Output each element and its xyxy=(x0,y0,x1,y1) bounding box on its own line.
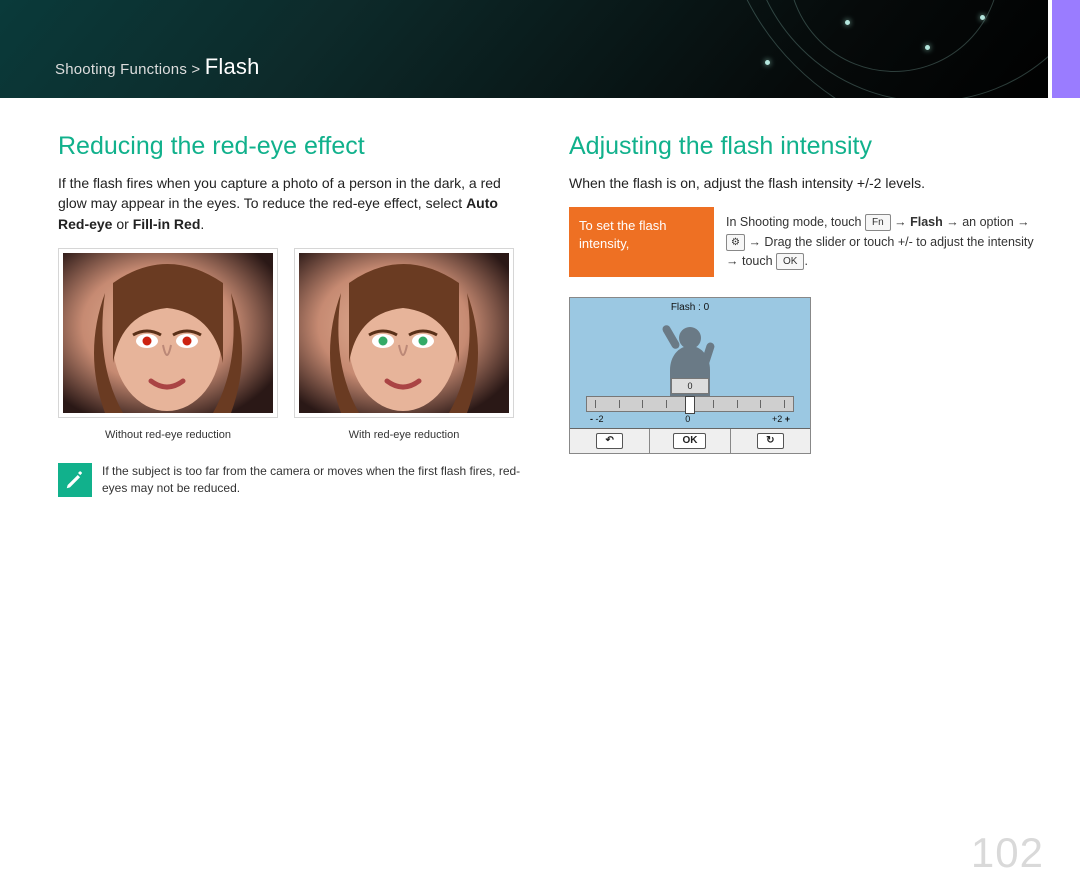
heading-redeye: Reducing the red-eye effect xyxy=(58,132,529,161)
reset-button[interactable]: ↻ xyxy=(731,429,810,453)
text: . xyxy=(200,216,204,232)
example-without: Without red-eye reduction xyxy=(58,248,278,441)
back-icon: ↶ xyxy=(596,433,622,449)
slider-labels: - -2 0 +2 + xyxy=(586,414,794,424)
ok-label: OK xyxy=(673,433,706,449)
text: or xyxy=(112,216,132,232)
camera-screen: Flash : 0 0 xyxy=(569,297,811,454)
portrait-redeye-icon xyxy=(63,253,273,413)
photo-frame xyxy=(294,248,514,418)
caption-with: With red-eye reduction xyxy=(294,429,514,441)
arrow-icon: → xyxy=(891,215,910,229)
column-right: Adjusting the flash intensity When the f… xyxy=(569,126,1040,498)
example-images: Without red-eye reduction xyxy=(58,248,529,441)
ok-key-icon: OK xyxy=(776,253,804,270)
text-bold: Flash xyxy=(910,215,943,229)
reset-icon: ↻ xyxy=(757,433,783,449)
slider-value: 0 xyxy=(671,378,709,394)
slider-track[interactable] xyxy=(586,396,794,412)
breadcrumb: Shooting Functions > Flash xyxy=(55,54,260,80)
slider-thumb[interactable] xyxy=(685,396,695,414)
breadcrumb-prefix: Shooting Functions > xyxy=(55,61,200,78)
decor-dot xyxy=(980,15,985,20)
pen-icon xyxy=(58,463,92,497)
intensity-slider[interactable]: 0 - -2 0 +2 + xyxy=(586,378,794,418)
page-header: Shooting Functions > Flash xyxy=(0,0,1080,98)
lcd-area: Flash : 0 0 xyxy=(570,298,810,429)
paragraph-redeye: If the flash fires when you capture a ph… xyxy=(58,173,529,234)
text: In Shooting mode, touch xyxy=(726,215,865,229)
ok-button[interactable]: OK xyxy=(650,429,730,453)
instruction-callout: To set the flash intensity, In Shooting … xyxy=(569,207,1040,277)
example-with: With red-eye reduction xyxy=(294,248,514,441)
text: → Drag the slider or touch +/- to adjust… xyxy=(726,235,1034,268)
photo-frame xyxy=(58,248,278,418)
heading-intensity: Adjusting the flash intensity xyxy=(569,132,1040,161)
text: . xyxy=(804,254,807,268)
page-body: Reducing the red-eye effect If the flash… xyxy=(0,98,1080,891)
callout-label: To set the flash intensity, xyxy=(569,207,714,277)
page-number: 102 xyxy=(971,829,1044,877)
text: → an option → xyxy=(943,215,1030,229)
caption-without: Without red-eye reduction xyxy=(58,429,278,441)
note-text: If the subject is too far from the camer… xyxy=(102,463,529,498)
paragraph-intensity: When the flash is on, adjust the flash i… xyxy=(569,173,1040,193)
text-bold: Fill-in Red xyxy=(133,216,201,232)
screen-buttons: ↶ OK ↻ xyxy=(570,429,810,453)
decor-dot xyxy=(925,45,930,50)
decor-dot xyxy=(765,60,770,65)
column-left: Reducing the red-eye effect If the flash… xyxy=(58,126,529,498)
decor-dot xyxy=(845,20,850,25)
slider-mid: 0 xyxy=(685,414,690,424)
note-box: If the subject is too far from the camer… xyxy=(58,463,529,498)
text: If the flash fires when you capture a ph… xyxy=(58,175,501,211)
edge-tab xyxy=(1052,0,1080,98)
sliders-icon: ⚙ xyxy=(726,234,745,251)
fn-key-icon: Fn xyxy=(865,214,891,231)
slider-min: -2 xyxy=(596,414,604,424)
back-button[interactable]: ↶ xyxy=(570,429,650,453)
portrait-fixed-icon xyxy=(299,253,509,413)
slider-max: +2 xyxy=(772,414,782,424)
breadcrumb-current: Flash xyxy=(205,54,260,79)
callout-body: In Shooting mode, touch Fn → Flash → an … xyxy=(722,207,1040,277)
